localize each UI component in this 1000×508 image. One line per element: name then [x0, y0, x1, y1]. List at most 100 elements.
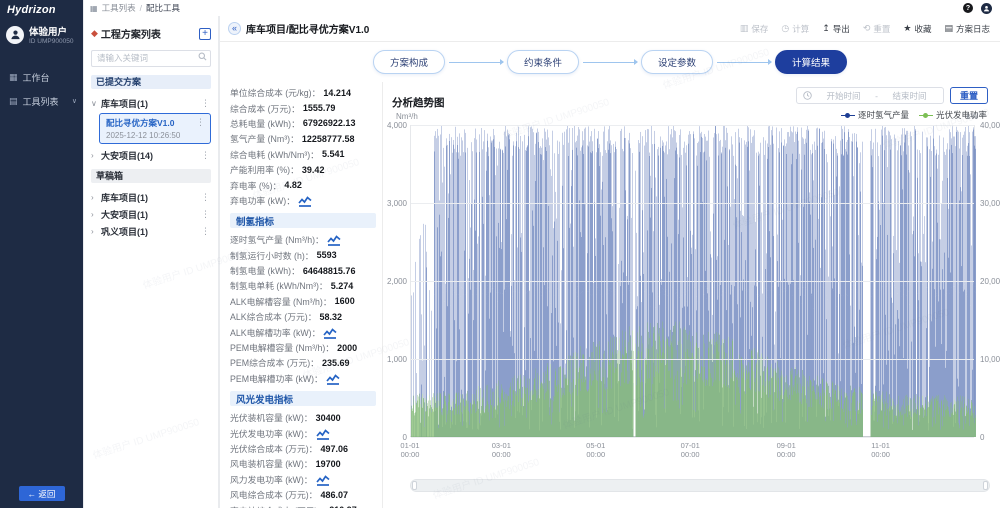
action-export-button[interactable]: ↥ 导出	[822, 23, 850, 35]
step-connector	[448, 59, 504, 65]
calc-icon: ◷	[781, 23, 790, 33]
search-input[interactable]	[91, 49, 211, 67]
breadcrumb-root[interactable]: 工具列表	[102, 2, 136, 14]
arrow-right-icon	[768, 59, 773, 65]
more-icon[interactable]: ⋮	[200, 192, 211, 203]
legend-marker-icon	[840, 112, 855, 118]
legend-label: 光伏发电功率	[935, 110, 987, 120]
project-group[interactable]: › 大安项目(1) ⋮	[91, 207, 211, 222]
chevron-down-icon: ∨	[91, 98, 97, 108]
metric-row: ALK电解槽功率 (kW)：	[230, 324, 376, 339]
metric-value: 64648815.76	[302, 265, 356, 276]
more-icon[interactable]: ⋮	[200, 209, 211, 220]
chart-link-icon[interactable]	[298, 196, 312, 207]
chart-reset-button[interactable]: 重置	[950, 87, 988, 104]
more-icon[interactable]: ⋮	[200, 98, 211, 109]
sidebar-item-label: 工具列表	[22, 96, 59, 107]
chart-panel: 分析趋势图 开始时间 - 结束时间 重置 逐时氢气产量 光伏发电功率 Nm³/h…	[383, 82, 1000, 508]
datazoom-slider[interactable]	[410, 479, 990, 492]
metrics-panel: 单位综合成本 (元/kg)： 14.214 综合成本 (万元)： 1555.79…	[220, 82, 383, 508]
account-icon[interactable]	[981, 2, 992, 14]
chart-link-icon[interactable]	[327, 235, 341, 247]
chevron-right-icon: ›	[91, 150, 94, 160]
metric-value: 486.07	[320, 489, 349, 500]
scheme-card[interactable]: 配比寻优方案V1.0 2025-12-12 10:26:50 ⋮	[99, 112, 211, 144]
x-axis-tick: 11-01 00:00	[871, 441, 890, 460]
breadcrumb: ▦ 工具列表 / 配比工具	[90, 2, 180, 14]
person-icon	[10, 30, 20, 40]
datazoom-handle-right[interactable]	[983, 481, 988, 490]
metric-label: 风电综合成本 (万元)：	[230, 490, 318, 501]
collapse-icon[interactable]: «	[228, 22, 241, 35]
action-log-button[interactable]: ▤ 方案日志	[944, 23, 990, 35]
chart-link-icon[interactable]	[323, 327, 337, 339]
chevron-right-icon: ›	[91, 226, 94, 236]
metric-row: PEM电解槽功率 (kW)：	[230, 371, 376, 386]
draft-section-header: 草稿箱	[91, 168, 211, 183]
stepper: 方案构成 约束条件 设定参数 计算结果	[220, 42, 1000, 82]
metric-label: ALK电解槽功率 (kW)：	[230, 327, 321, 338]
chart-link-icon[interactable]	[315, 475, 330, 486]
plot-area	[410, 125, 976, 438]
metric-row: 光伏发电功率 (kW)：	[230, 425, 376, 440]
datazoom-handle-left[interactable]	[412, 481, 417, 490]
metric-value: 67926922.13	[302, 118, 356, 129]
action-calc-button[interactable]: ◷ 计算	[781, 23, 809, 35]
metric-row: 总耗电量 (kWh)： 67926922.13	[230, 116, 376, 131]
step-4[interactable]: 计算结果	[775, 50, 848, 74]
step-2[interactable]: 约束条件	[506, 50, 579, 74]
log-icon: ▤	[944, 23, 953, 33]
user-block[interactable]: 体验用户 ID UMP900050	[0, 16, 83, 55]
chart-link-icon[interactable]	[326, 374, 340, 385]
more-icon[interactable]: ⋮	[195, 117, 206, 128]
chevron-right-icon: ›	[91, 209, 94, 219]
step-3[interactable]: 设定参数	[641, 50, 714, 74]
help-icon[interactable]: ?	[963, 3, 973, 13]
range-end-placeholder: 结束时间	[892, 90, 927, 101]
submitted-section-header: 已提交方案	[91, 74, 211, 89]
project-group[interactable]: › 巩义项目(1) ⋮	[91, 224, 211, 239]
search-icon	[198, 52, 207, 61]
back-button[interactable]: ← 返回	[18, 486, 65, 501]
metric-value: 5.541	[321, 149, 345, 160]
breadcrumb-current: 配比工具	[145, 3, 180, 13]
project-group[interactable]: ∨ 库车项目(1) ⋮	[91, 96, 211, 111]
step-1[interactable]: 方案构成	[372, 50, 445, 74]
metric-value: 30400	[315, 412, 341, 423]
metric-label: 风力发电功率 (kW)：	[230, 474, 313, 485]
metrics-section-header: 风光发电指标	[230, 391, 376, 407]
action-star-button[interactable]: ★ 收藏	[903, 23, 931, 35]
metric-row: 风力发电功率 (kW)：	[230, 472, 376, 487]
action-reset-button[interactable]: ⟲ 重置	[863, 23, 891, 35]
action-save-button[interactable]: ▥ 保存	[740, 23, 769, 35]
gridline	[411, 125, 974, 126]
project-group-label: 库车项目(1)	[101, 192, 148, 203]
date-range-picker[interactable]: 开始时间 - 结束时间	[796, 87, 944, 104]
more-icon[interactable]: ⋮	[200, 226, 211, 237]
metric-label: 光伏综合成本 (万元)：	[230, 444, 318, 454]
metric-label: 制氢电单耗 (kWh/Nm³)：	[230, 281, 328, 292]
add-scheme-button[interactable]: +	[199, 27, 211, 40]
arrow-right-icon	[634, 59, 638, 65]
metric-row: 风电综合成本 (万元)： 486.07	[230, 487, 376, 502]
metric-value: 235.69	[321, 357, 350, 368]
legend-item[interactable]: 逐时氢气产量	[840, 109, 909, 121]
metric-row: ALK综合成本 (万元)： 58.32	[230, 309, 376, 324]
main-area: « 库车项目/配比寻优方案V1.0 ▥ 保存 ◷ 计算 ↥ 导出 ⟲ 重置 ★ 收藏 ▤ 方…	[220, 16, 1000, 508]
sidebar-item-workbench[interactable]: ▦ 工作台	[0, 65, 83, 89]
x-axis-tick: 07-01 00:00	[680, 441, 700, 460]
chart-link-icon[interactable]	[315, 428, 330, 440]
sidebar-item-tool-list[interactable]: ▤ 工具列表 ∨	[0, 89, 83, 113]
project-group[interactable]: › 库车项目(1) ⋮	[91, 190, 211, 205]
metric-value: 1555.79	[302, 103, 336, 114]
metric-row: 变电站综合成本 (万元)： 210.97	[230, 502, 376, 508]
project-group[interactable]: › 大安项目(14) ⋮	[91, 148, 211, 163]
metric-label: 单位综合成本 (元/kg)：	[230, 88, 321, 99]
left-axis-unit: Nm³/h	[396, 112, 418, 121]
metric-label: 光伏装机容量 (kW)：	[230, 413, 313, 424]
top-strip: ▦ 工具列表 / 配比工具 ?	[84, 0, 1000, 16]
more-icon[interactable]: ⋮	[200, 150, 211, 161]
save-icon: ▥	[739, 23, 749, 33]
project-group-label: 库车项目(1)	[101, 98, 148, 109]
